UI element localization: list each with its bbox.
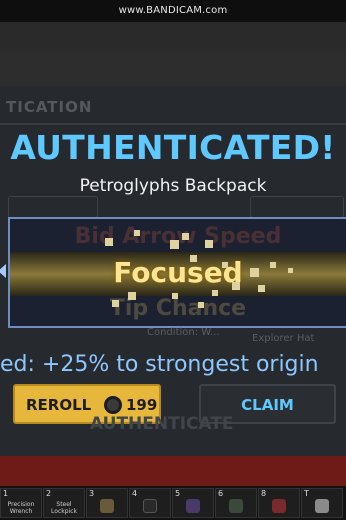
slot-number: 8 xyxy=(261,489,267,498)
item-thumbnail xyxy=(143,499,157,513)
slot-number: 4 xyxy=(132,489,138,498)
confetti-particle xyxy=(205,240,213,248)
hotbar-slot[interactable]: 6 xyxy=(215,488,257,518)
confetti-particle xyxy=(232,282,240,290)
hotbar-slot[interactable]: 5 xyxy=(172,488,214,518)
confetti-particle xyxy=(112,300,119,307)
item-thumbnail xyxy=(272,499,286,513)
confetti-particle xyxy=(128,292,136,300)
slot-label: Precision Wrench xyxy=(7,501,35,515)
item-thumbnail xyxy=(229,499,243,513)
recording-bar: www.BANDICAM.com xyxy=(0,0,346,22)
item-thumbnail xyxy=(186,499,200,513)
item-thumbnail xyxy=(100,499,114,513)
hotbar-slot[interactable]: 4 xyxy=(129,488,171,518)
item-thumbnail xyxy=(315,499,329,513)
modifier-description: ed: +25% to strongest origin xyxy=(0,352,319,377)
background-item-label: Explorer Hat xyxy=(252,333,315,344)
confetti-particle xyxy=(170,240,179,249)
confetti-particle xyxy=(105,238,113,246)
confetti-particle xyxy=(134,230,140,236)
confetti-particle xyxy=(288,268,293,273)
confetti-particle xyxy=(212,290,218,296)
popup-title: AUTHENTICATED! xyxy=(10,128,336,167)
confetti-particle xyxy=(172,293,178,299)
confetti-particle xyxy=(250,268,259,277)
slot-number: 3 xyxy=(89,489,95,498)
background-divider xyxy=(0,123,346,125)
background-frame xyxy=(8,196,98,218)
confetti-particle xyxy=(222,262,228,268)
item-name: Petroglyphs Backpack xyxy=(79,176,267,196)
slot-number: 6 xyxy=(218,489,224,498)
hotbar-slot[interactable]: 2 Steel Lockpick xyxy=(43,488,85,518)
hotbar-slot[interactable]: 3 xyxy=(86,488,128,518)
arrow-left-icon[interactable] xyxy=(0,264,6,278)
confetti-particle xyxy=(190,255,197,262)
confetti-particle xyxy=(182,233,189,240)
reroll-cost: 199 xyxy=(126,396,158,414)
slot-number: T xyxy=(304,489,309,498)
hotbar-slot[interactable]: T xyxy=(301,488,343,518)
claim-label: CLAIM xyxy=(241,396,294,414)
scene-background xyxy=(0,22,346,50)
background-condition-label: Condition: W... xyxy=(147,327,220,338)
reroll-label: REROLL xyxy=(26,396,92,414)
background-title: TICATION xyxy=(6,98,93,116)
confetti-particle xyxy=(198,302,204,308)
modifier-option-next: Tip Chance xyxy=(109,296,247,321)
slot-label: Steel Lockpick xyxy=(51,501,77,515)
slot-number: 1 xyxy=(3,489,9,498)
modifier-option-selected: Focused xyxy=(113,256,243,289)
coin-icon xyxy=(104,396,122,414)
hotbar-slot[interactable]: 1 Precision Wrench xyxy=(0,488,42,518)
scene-band xyxy=(0,50,346,86)
slot-number: 2 xyxy=(46,489,52,498)
background-authenticate-button: AUTHENTICATE xyxy=(90,414,234,434)
slot-number: 5 xyxy=(175,489,181,498)
hotbar-slot[interactable]: 8 xyxy=(258,488,300,518)
confetti-particle xyxy=(258,285,265,292)
scene-floor xyxy=(0,456,346,486)
watermark: www.BANDICAM.com xyxy=(118,5,228,16)
confetti-particle xyxy=(270,262,276,268)
background-frame xyxy=(250,196,344,218)
